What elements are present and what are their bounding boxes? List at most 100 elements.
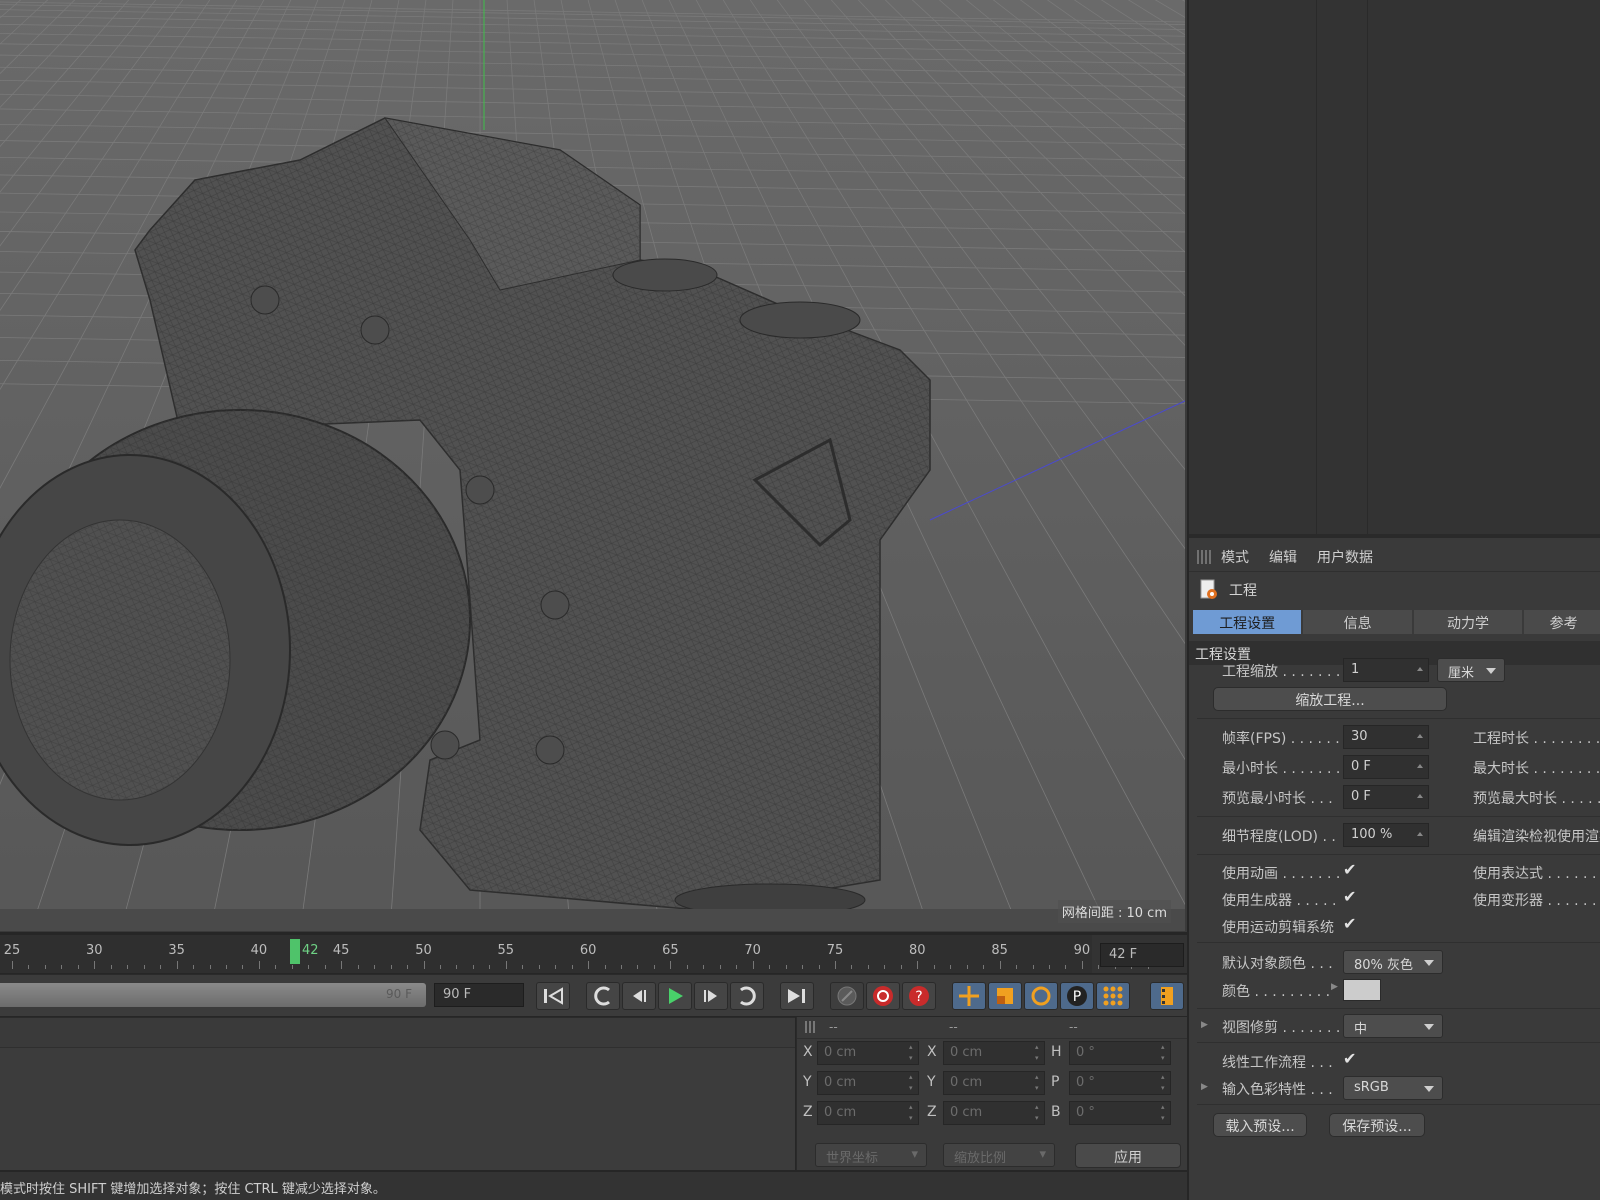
next-frame-button[interactable]	[694, 982, 728, 1010]
project-scale-unit-dropdown[interactable]: 厘米	[1437, 658, 1505, 682]
input-color-profile-dropdown[interactable]: sRGB	[1343, 1076, 1443, 1100]
timeline-tick	[900, 965, 902, 969]
timeline-tick-label: 50	[415, 943, 432, 958]
position-field[interactable]: 0 cm	[817, 1071, 919, 1095]
autokey-button[interactable]: ?	[902, 982, 936, 1010]
coordinate-system-dropdown[interactable]: 世界坐标	[815, 1143, 927, 1167]
menu-user-data[interactable]: 用户数据	[1317, 547, 1373, 567]
viewport-canvas[interactable]	[0, 0, 1187, 932]
key-rotation-button[interactable]	[1024, 982, 1058, 1010]
play-button[interactable]	[658, 982, 692, 1010]
fps-field[interactable]: 30	[1343, 725, 1429, 749]
min-time-field[interactable]: 0 F	[1343, 755, 1429, 779]
tab-project-settings[interactable]: 工程设置	[1193, 610, 1302, 634]
project-scale-field[interactable]: 1	[1343, 658, 1429, 682]
position-field[interactable]: 0 cm	[817, 1101, 919, 1125]
key-scale-button[interactable]	[988, 982, 1022, 1010]
position-field[interactable]: 0 cm	[817, 1041, 919, 1065]
current-frame-field[interactable]: 42 F	[1100, 943, 1184, 967]
shutter-dial	[612, 258, 718, 292]
use-motion-system-label: 使用运动剪辑系统	[1222, 920, 1334, 936]
view-clipping-expand-arrow-icon[interactable]: ▶	[1201, 1020, 1208, 1030]
preview-range-slider[interactable]: 90 F	[0, 983, 426, 1007]
preview-min-field[interactable]: 0 F	[1343, 785, 1429, 809]
key-pla-button[interactable]	[1096, 982, 1130, 1010]
end-frame-field[interactable]: 90 F	[434, 983, 524, 1007]
timeline[interactable]: 25 30 35 40 45 50 55 60 65 70 75 80 85 90 42 42 F	[0, 935, 1187, 973]
linear-workflow-checkbox[interactable]: ✔	[1343, 1049, 1356, 1068]
timeline-playhead[interactable]	[290, 939, 300, 964]
next-key-button[interactable]	[730, 982, 764, 1010]
timeline-tick	[637, 965, 639, 969]
use-generators-checkbox[interactable]: ✔	[1343, 887, 1356, 906]
apply-button[interactable]: 应用	[1075, 1143, 1181, 1168]
use-animation-checkbox[interactable]: ✔	[1343, 860, 1356, 879]
timeline-tick	[1065, 965, 1067, 969]
save-preset-button[interactable]: 保存预设...	[1329, 1113, 1425, 1137]
max-time-label: 最大时长 . . . . . . . .	[1473, 761, 1600, 777]
load-preset-button[interactable]: 载入预设...	[1213, 1113, 1307, 1137]
svg-text:P: P	[1073, 989, 1081, 1005]
timeline-tick	[456, 965, 458, 969]
linear-workflow-label: 线性工作流程 . . .	[1222, 1055, 1333, 1071]
record-keys-button[interactable]	[866, 982, 900, 1010]
tab-dynamics[interactable]: 动力学	[1413, 610, 1523, 634]
lod-field[interactable]: 100 %	[1343, 823, 1429, 847]
scale-project-button[interactable]: 缩放工程...	[1213, 687, 1447, 711]
size-field[interactable]: 0 cm	[943, 1071, 1045, 1095]
motion-record-button[interactable]	[830, 982, 864, 1010]
rotation-field[interactable]: 0 °	[1069, 1041, 1171, 1065]
use-motion-system-checkbox[interactable]: ✔	[1343, 914, 1356, 933]
timeline-ruler[interactable]: 25 30 35 40 45 50 55 60 65 70 75 80 85 90	[0, 935, 1149, 973]
previous-frame-icon	[633, 990, 646, 1002]
status-bar: 模式时按住 SHIFT 键增加选择对象；按住 CTRL 键减少选择对象。	[0, 1171, 1187, 1200]
panel-grip-icon[interactable]	[805, 1021, 817, 1033]
tab-info[interactable]: 信息	[1303, 610, 1412, 634]
menu-mode[interactable]: 模式	[1221, 547, 1249, 567]
rotation-column-header: --	[1069, 1020, 1078, 1034]
project-gear-icon	[1200, 579, 1217, 599]
scale-icon	[997, 988, 1013, 1004]
timeline-window-button[interactable]	[1150, 982, 1184, 1010]
3d-viewport[interactable]: 网格间距 : 10 cm	[0, 0, 1187, 932]
play-icon	[669, 988, 683, 1004]
color-swatch[interactable]	[1343, 979, 1381, 1001]
film-advance-dial	[739, 301, 861, 339]
next-key-icon	[740, 986, 756, 1006]
timeline-tick	[719, 965, 721, 969]
go-to-end-button[interactable]	[780, 982, 814, 1010]
object-manager-panel[interactable]	[1189, 0, 1600, 538]
rotation-field[interactable]: 0 °	[1069, 1071, 1171, 1095]
scale-mode-dropdown[interactable]: 缩放比例	[943, 1143, 1055, 1167]
timeline-tick	[258, 961, 260, 969]
timeline-tick	[275, 965, 277, 969]
go-to-start-button[interactable]	[536, 982, 570, 1010]
previous-key-button[interactable]	[586, 982, 620, 1010]
preview-min-label: 预览最小时长 . . .	[1222, 791, 1333, 807]
object-title-text: 工程	[1229, 583, 1257, 599]
timeline-tick-label: 75	[826, 943, 844, 958]
timeline-tick	[291, 965, 293, 969]
timeline-tick	[1032, 965, 1034, 969]
timeline-tick	[752, 961, 754, 969]
key-position-button[interactable]	[952, 982, 986, 1010]
timeline-tick	[621, 965, 623, 969]
timeline-tick	[555, 965, 557, 969]
key-parameter-button[interactable]: P	[1060, 982, 1094, 1010]
tab-reference[interactable]: 参考	[1524, 610, 1600, 634]
go-to-end-icon	[788, 989, 805, 1003]
size-field[interactable]: 0 cm	[943, 1041, 1045, 1065]
color-expand-arrow-icon[interactable]: ▶	[1331, 982, 1338, 992]
size-field[interactable]: 0 cm	[943, 1101, 1045, 1125]
view-clipping-dropdown[interactable]: 中	[1343, 1014, 1443, 1038]
timeline-tick	[983, 965, 985, 969]
input-color-expand-arrow-icon[interactable]: ▶	[1201, 1082, 1208, 1092]
panel-grip-icon[interactable]	[1197, 549, 1211, 564]
previous-frame-button[interactable]	[622, 982, 656, 1010]
timeline-tick	[439, 965, 441, 969]
record-keys-icon	[873, 986, 893, 1006]
rotation-field[interactable]: 0 °	[1069, 1101, 1171, 1125]
timeline-tick	[522, 965, 524, 969]
default-object-color-dropdown[interactable]: 80% 灰色	[1343, 950, 1443, 974]
menu-edit[interactable]: 编辑	[1269, 547, 1297, 567]
